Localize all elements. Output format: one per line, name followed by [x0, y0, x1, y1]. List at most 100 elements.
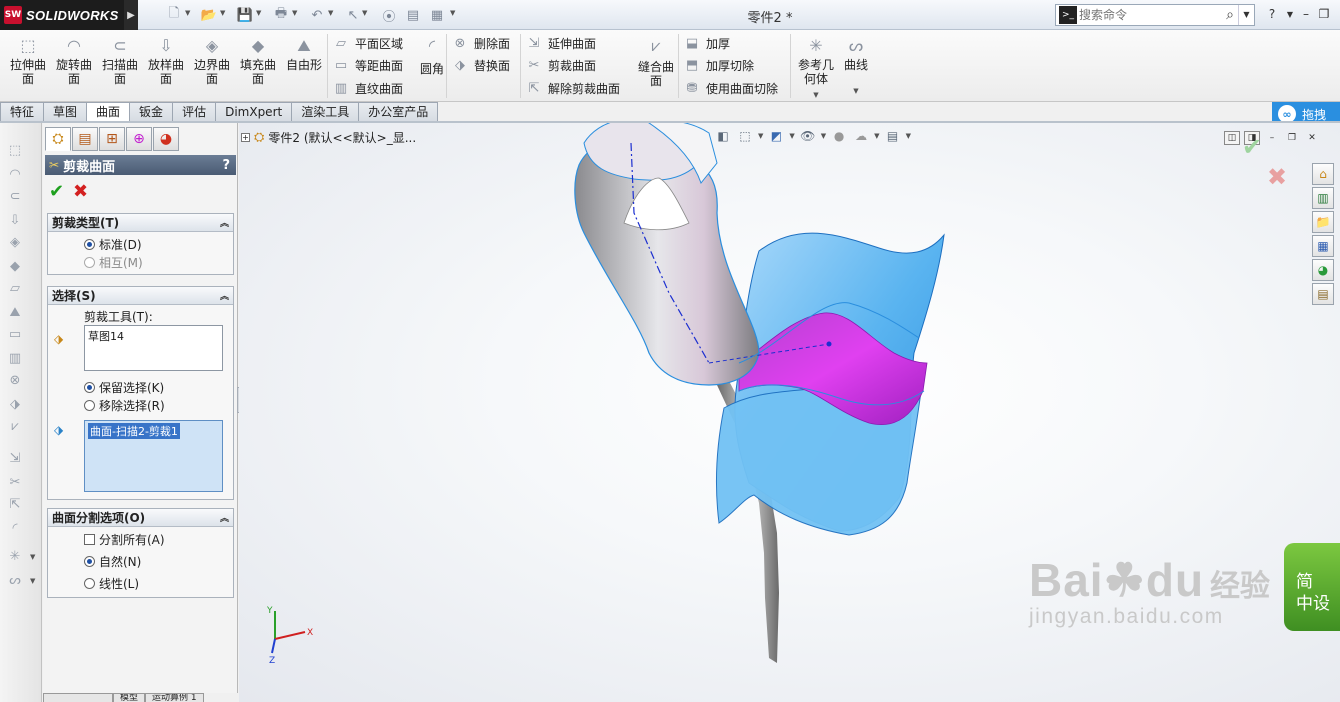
tab-model[interactable]: 模型 — [113, 693, 146, 702]
cut-with-surface-button[interactable]: ⛃ 使用曲面切除 — [684, 78, 778, 98]
ok-button[interactable]: ✔ — [49, 181, 64, 202]
knit-surface-button[interactable]: ⩗ 缝合曲 面 — [636, 36, 676, 88]
command-search[interactable]: >_ ⌕ ▼ — [1055, 4, 1255, 26]
collapse-icon[interactable]: ︽ — [220, 216, 229, 229]
tab-render-tools[interactable]: 渲染工具 — [291, 102, 360, 122]
trim-surface-icon[interactable]: ✂ — [6, 473, 24, 491]
planar-surface-button[interactable]: ▱ 平面区域 — [333, 33, 403, 53]
new-dropdown-icon[interactable]: ▼ — [185, 9, 190, 17]
radio-linear[interactable]: 线性(L) — [84, 575, 139, 592]
undo-icon[interactable]: ↶ — [308, 6, 326, 24]
planar-surface-icon[interactable]: ▱ — [6, 279, 24, 297]
thicken-cut-button[interactable]: ⬒ 加厚切除 — [684, 55, 754, 75]
swept-surface-icon[interactable]: ⊂ — [6, 187, 24, 205]
lofted-surface-icon[interactable]: ⇩ — [6, 211, 24, 229]
offset-surface-icon[interactable]: ▭ — [6, 325, 24, 343]
knit-surface-icon[interactable]: ⩗ — [6, 417, 24, 435]
cancel-button[interactable]: ✖ — [73, 181, 88, 202]
minimize-icon[interactable]: – — [1296, 4, 1316, 24]
reference-geometry-icon[interactable]: ✳ — [6, 547, 24, 565]
menu-expand-icon[interactable]: ▶ — [124, 0, 138, 30]
open-dropdown-icon[interactable]: ▼ — [220, 9, 225, 17]
rebuild-icon[interactable]: ⦿ — [380, 6, 398, 25]
dimxpert-manager-tab-icon[interactable]: ⊕ — [126, 127, 152, 151]
fillet-icon[interactable]: ◜ — [6, 519, 24, 537]
print-icon[interactable]: 🖶 — [272, 6, 290, 24]
file-properties-icon[interactable]: ▤ — [404, 6, 422, 24]
extend-surface-button[interactable]: ⇲ 延伸曲面 — [526, 33, 596, 53]
reference-geometry-dropdown-icon[interactable]: ▼ — [30, 553, 35, 561]
reference-geometry-button[interactable]: ✳ 参考几 何体 ▼ — [796, 36, 836, 102]
open-folder-icon[interactable]: 📂 — [200, 6, 218, 24]
select-dropdown-icon[interactable]: ▼ — [362, 9, 367, 17]
undo-dropdown-icon[interactable]: ▼ — [328, 9, 333, 17]
curves-dropdown-icon[interactable]: ▼ — [836, 84, 876, 98]
curves-button[interactable]: ᔕ 曲线 ▼ — [836, 36, 876, 98]
pieces-field[interactable]: 曲面-扫描2-剪裁1 — [84, 420, 223, 492]
untrim-surface-icon[interactable]: ⇱ — [6, 495, 24, 513]
radio-natural[interactable]: 自然(N) — [84, 553, 141, 570]
tab-motion-study[interactable]: 运动算例 1 — [145, 693, 204, 702]
group-header[interactable]: 剪裁类型(T) ︽ — [48, 214, 233, 232]
tab-features[interactable]: 特征 — [0, 102, 45, 122]
tab-surfaces[interactable]: 曲面 — [86, 102, 131, 123]
tab-sketch[interactable]: 草图 — [43, 102, 88, 122]
radio-remove-selections[interactable]: 移除选择(R) — [84, 397, 165, 414]
tab-scroll-controls[interactable] — [43, 693, 113, 702]
trim-tool-field[interactable]: 草图14 — [84, 325, 223, 371]
group-header[interactable]: 曲面分割选项(O) ︽ — [48, 509, 233, 527]
replace-face-button[interactable]: ⬗ 替换面 — [452, 55, 510, 75]
reference-geometry-dropdown-icon[interactable]: ▼ — [813, 91, 818, 99]
print-dropdown-icon[interactable]: ▼ — [292, 9, 297, 17]
help-button[interactable]: ? — [222, 158, 230, 173]
ruled-surface-button[interactable]: ▥ 直纹曲面 — [333, 78, 403, 98]
tab-evaluate[interactable]: 评估 — [172, 102, 217, 122]
extruded-surface-icon[interactable]: ⬚ — [6, 141, 24, 159]
select-arrow-icon[interactable]: ↖ — [344, 6, 362, 24]
lofted-surface-button[interactable]: ⇩ 放样曲 面 — [146, 36, 186, 86]
untrim-surface-button[interactable]: ⇱ 解除剪裁曲面 — [526, 78, 620, 98]
thicken-button[interactable]: ⬓ 加厚 — [684, 33, 730, 53]
configuration-manager-tab-icon[interactable]: ⊞ — [99, 127, 125, 151]
curves-icon[interactable]: ᔕ — [6, 571, 24, 589]
tab-dimxpert[interactable]: DimXpert — [215, 102, 293, 122]
save-icon[interactable]: 💾 — [236, 6, 254, 24]
split-all-checkbox[interactable]: 分割所有(A) — [84, 531, 165, 548]
offset-surface-button[interactable]: ▭ 等距曲面 — [333, 55, 403, 75]
filled-surface-icon[interactable]: ◆ — [6, 257, 24, 275]
collapse-icon[interactable]: ︽ — [220, 511, 229, 524]
property-manager-tab-icon[interactable]: ▤ — [72, 127, 98, 151]
save-dropdown-icon[interactable]: ▼ — [256, 9, 261, 17]
options-dropdown-icon[interactable]: ▼ — [450, 9, 455, 17]
tab-office-products[interactable]: 办公室产品 — [358, 102, 439, 122]
extruded-surface-button[interactable]: ⬚ 拉伸曲 面 — [8, 36, 48, 86]
filled-surface-button[interactable]: ◆ 填充曲 面 — [238, 36, 278, 86]
radio-standard[interactable]: 标准(D) — [84, 236, 142, 253]
replace-face-icon[interactable]: ⬗ — [6, 395, 24, 413]
revolved-surface-button[interactable]: ◠ 旋转曲 面 — [54, 36, 94, 86]
search-dropdown-icon[interactable]: ▼ — [1238, 5, 1254, 25]
radio-keep-selections[interactable]: 保留选择(K) — [84, 379, 164, 396]
group-header[interactable]: 选择(S) ︽ — [48, 287, 233, 305]
tab-sheet-metal[interactable]: 钣金 — [129, 102, 174, 122]
promo-badge[interactable]: 简 中设 — [1284, 543, 1340, 631]
collapse-icon[interactable]: ︽ — [220, 289, 229, 302]
delete-face-icon[interactable]: ⊗ — [6, 371, 24, 389]
ruled-surface-icon[interactable]: ▥ — [6, 349, 24, 367]
revolved-surface-icon[interactable]: ◠ — [6, 165, 24, 183]
freeform-icon[interactable]: ⛰ — [6, 303, 24, 321]
options-icon[interactable]: ▦ — [428, 6, 446, 24]
trim-surface-button[interactable]: ✂ 剪裁曲面 — [526, 55, 596, 75]
delete-face-button[interactable]: ⊗ 删除面 — [452, 33, 510, 53]
new-document-icon[interactable]: 🗋 — [165, 6, 183, 24]
boundary-surface-icon[interactable]: ◈ — [6, 233, 24, 251]
restore-icon[interactable]: ❐ — [1314, 4, 1334, 24]
list-item[interactable]: 草图14 — [88, 330, 124, 343]
swept-surface-button[interactable]: ⊂ 扫描曲 面 — [100, 36, 140, 86]
curves-dropdown-icon[interactable]: ▼ — [30, 577, 35, 585]
search-input[interactable] — [1079, 8, 1219, 22]
feature-tree-tab-icon[interactable]: ⛭ — [45, 127, 71, 151]
search-icon[interactable]: ⌕ — [1226, 7, 1234, 23]
list-item[interactable]: 曲面-扫描2-剪裁1 — [88, 423, 180, 439]
extend-surface-icon[interactable]: ⇲ — [6, 449, 24, 467]
